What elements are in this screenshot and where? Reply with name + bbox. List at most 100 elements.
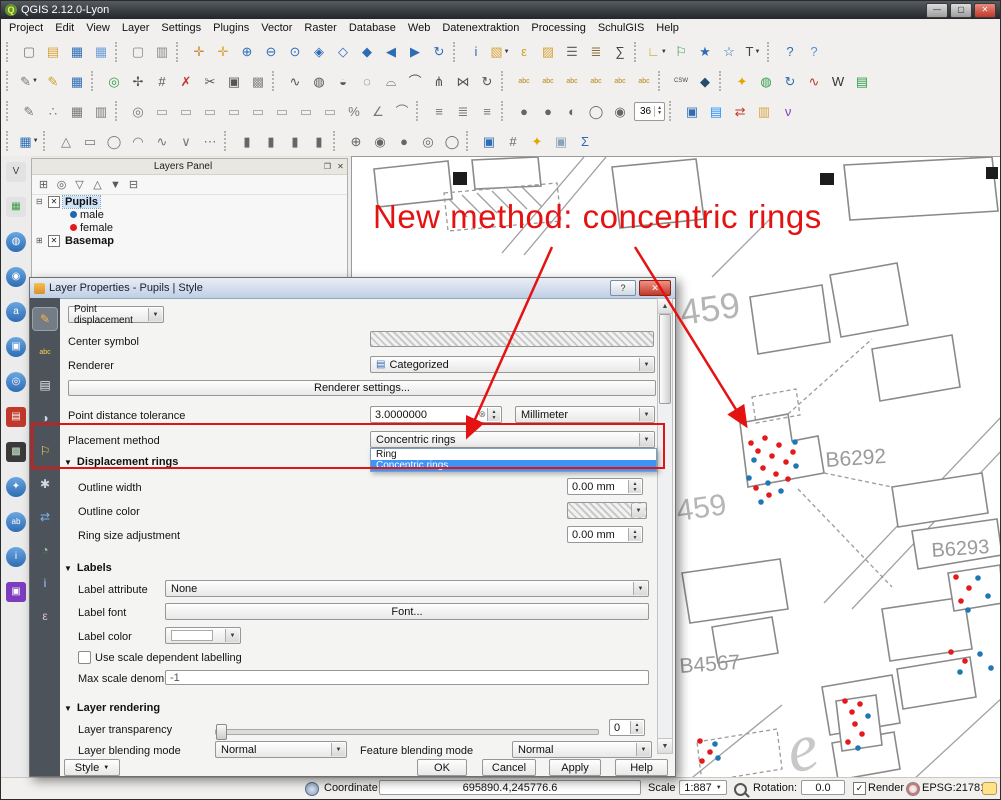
tab-diagrams-icon[interactable]: ◔ (33, 539, 57, 561)
map-tips-icon[interactable]: ⚐ (670, 41, 692, 63)
solid-block-3-icon[interactable]: ▮ (284, 130, 306, 152)
select-pad-4-icon[interactable]: ▭ (223, 100, 245, 122)
simplify-feature-icon[interactable]: ∿ (284, 70, 306, 92)
close-button[interactable]: ✕ (974, 3, 996, 18)
dialog-help-button[interactable]: ? (610, 280, 636, 296)
circle-tools-icon[interactable]: ✦ (6, 477, 26, 497)
copy-features-icon[interactable]: ▣ (223, 70, 245, 92)
draw-free-icon[interactable]: ∿ (151, 130, 173, 152)
ring-target-icon[interactable]: ◉ (369, 130, 391, 152)
label-attribute-combo[interactable]: None▼ (165, 580, 649, 597)
paste-features-icon[interactable]: ▩ (247, 70, 269, 92)
whats-this-icon[interactable]: ? (803, 41, 825, 63)
magnifier-icon[interactable] (734, 783, 747, 796)
add-feature-icon[interactable]: ◎ (103, 70, 125, 92)
circle-ring-icon[interactable]: ◯ (585, 100, 607, 122)
tab-display-icon[interactable]: ⚐ (33, 440, 57, 462)
clear-value-icon[interactable]: ⊗ (478, 409, 486, 420)
label-font-button[interactable]: Font... (165, 603, 649, 620)
new-composer-icon[interactable]: ▢ (127, 41, 149, 63)
tab-metadata-icon[interactable]: i (33, 572, 57, 594)
merge-features-icon[interactable]: ⋈ (452, 70, 474, 92)
plugin-refresh-icon[interactable]: ↻ (779, 70, 801, 92)
layer-item-basemap[interactable]: ⊞✕Basemap (32, 234, 347, 247)
slider-handle[interactable] (216, 724, 227, 740)
layer-item-pupils[interactable]: ⊟✕Pupils (32, 195, 347, 208)
cut-features-icon[interactable]: ✂ (199, 70, 221, 92)
close-panel-icon[interactable]: ✕ (334, 161, 347, 173)
add-group-icon[interactable]: ⊞ (36, 178, 51, 191)
save-project-icon[interactable]: ▦ (66, 41, 88, 63)
text-annotation-icon[interactable]: T▼ (742, 41, 764, 63)
rotate-feature-icon[interactable]: ↻ (476, 70, 498, 92)
menu-help[interactable]: Help (650, 20, 685, 36)
select-pad-2-icon[interactable]: ▭ (175, 100, 197, 122)
align-left-icon[interactable]: ≡ (428, 100, 450, 122)
remove-layer-icon[interactable]: ⊟ (126, 178, 141, 191)
menu-vector[interactable]: Vector (255, 20, 298, 36)
center-symbol-button[interactable] (370, 331, 654, 347)
vertex-tool-icon[interactable]: ∨ (175, 130, 197, 152)
current-edits-icon[interactable]: ✎▼ (18, 70, 40, 92)
layers-panel-header[interactable]: Layers Panel ❐ ✕ (32, 159, 347, 175)
photo-blue-icon[interactable]: ▣ (478, 130, 500, 152)
messages-icon[interactable] (982, 782, 997, 795)
open-folder-green-icon[interactable]: ▤ (851, 70, 873, 92)
coordinate-field[interactable]: 695890.4,245776.6 (379, 780, 641, 795)
bulb-yellow-icon[interactable]: ✦ (526, 130, 548, 152)
scroll-down-icon[interactable]: ▼ (658, 738, 672, 753)
crs-status-icon[interactable] (906, 782, 920, 796)
menu-layer[interactable]: Layer (116, 20, 156, 36)
grass-dark-icon[interactable]: ▩ (6, 442, 26, 462)
swap-arrows-icon[interactable]: ⇄ (729, 100, 751, 122)
identify-features-icon[interactable]: i (465, 41, 487, 63)
plugin-wave-icon[interactable]: ∿ (803, 70, 825, 92)
scale-dependent-checkbox[interactable] (78, 651, 91, 664)
zoom-to-selection-icon[interactable]: ◇ (332, 41, 354, 63)
tab-variables-icon[interactable]: ε (33, 605, 57, 627)
grid-hash-icon[interactable]: # (502, 130, 524, 152)
abc-badge-icon[interactable]: a (6, 302, 26, 322)
select-by-expression-icon[interactable]: ε (513, 41, 535, 63)
dialog-title-bar[interactable]: Layer Properties - Pupils | Style ? ✕ (30, 278, 675, 299)
csw-catalog-icon[interactable]: CSW (670, 70, 692, 92)
deselect-features-icon[interactable]: ▨ (537, 41, 559, 63)
move-label-icon[interactable]: abc (585, 70, 607, 92)
solid-block-2-icon[interactable]: ▮ (260, 130, 282, 152)
tracking-icon[interactable] (305, 782, 319, 796)
apply-button[interactable]: Apply (549, 759, 601, 776)
dialog-scrollbar[interactable]: ▲ ▼ (657, 298, 673, 754)
manage-themes-icon[interactable]: ◎ (54, 178, 69, 191)
zoom-last-icon[interactable]: ◀ (380, 41, 402, 63)
help-contents-icon[interactable]: ? (779, 41, 801, 63)
render-checkbox[interactable]: ✓ (853, 782, 866, 795)
outline-width-spinbox[interactable]: 0.00 mm▲▼ (567, 478, 643, 495)
select-pad-5-icon[interactable]: ▭ (247, 100, 269, 122)
zoom-in-icon[interactable]: ⊕ (236, 41, 258, 63)
layer-checkbox[interactable]: ✕ (48, 235, 60, 247)
tolerance-spinbox[interactable]: 3.0000000 ⊗ ▲▼ (370, 406, 502, 423)
ring-open-icon[interactable]: ◯ (441, 130, 463, 152)
draw-polygon-icon[interactable]: △ (55, 130, 77, 152)
expander-icon[interactable]: ⊟ (36, 197, 45, 206)
highlight-labels-icon[interactable]: abc (561, 70, 583, 92)
plugin-lightning-icon[interactable]: ✦ (731, 70, 753, 92)
layer-class-male[interactable]: male (32, 208, 347, 221)
ring-size-spinbox[interactable]: 0.00 mm▲▼ (567, 526, 643, 543)
grass-region-icon[interactable]: ▦ (66, 100, 88, 122)
plugin-globe-icon[interactable]: ◍ (755, 70, 777, 92)
tab-actions-icon[interactable]: ✱ (33, 473, 57, 495)
layer-class-female[interactable]: female (32, 221, 347, 234)
node-tool-icon[interactable]: # (151, 70, 173, 92)
ring-filled-icon[interactable]: ● (393, 130, 415, 152)
layer-labeling-icon[interactable]: abc (513, 70, 535, 92)
float-panel-icon[interactable]: ❐ (321, 161, 334, 173)
feature-blending-combo[interactable]: Normal▼ (512, 741, 652, 758)
menu-edit[interactable]: Edit (49, 20, 80, 36)
composer-manager-icon[interactable]: ▥ (151, 41, 173, 63)
delete-selected-icon[interactable]: ✗ (175, 70, 197, 92)
zoom-to-layer-icon[interactable]: ◆ (356, 41, 378, 63)
db-yellow-icon[interactable]: ▥ (753, 100, 775, 122)
renderer-settings-button[interactable]: Renderer settings... (68, 380, 656, 396)
renderer-combo[interactable]: ▤ Categorized▼ (370, 356, 655, 373)
